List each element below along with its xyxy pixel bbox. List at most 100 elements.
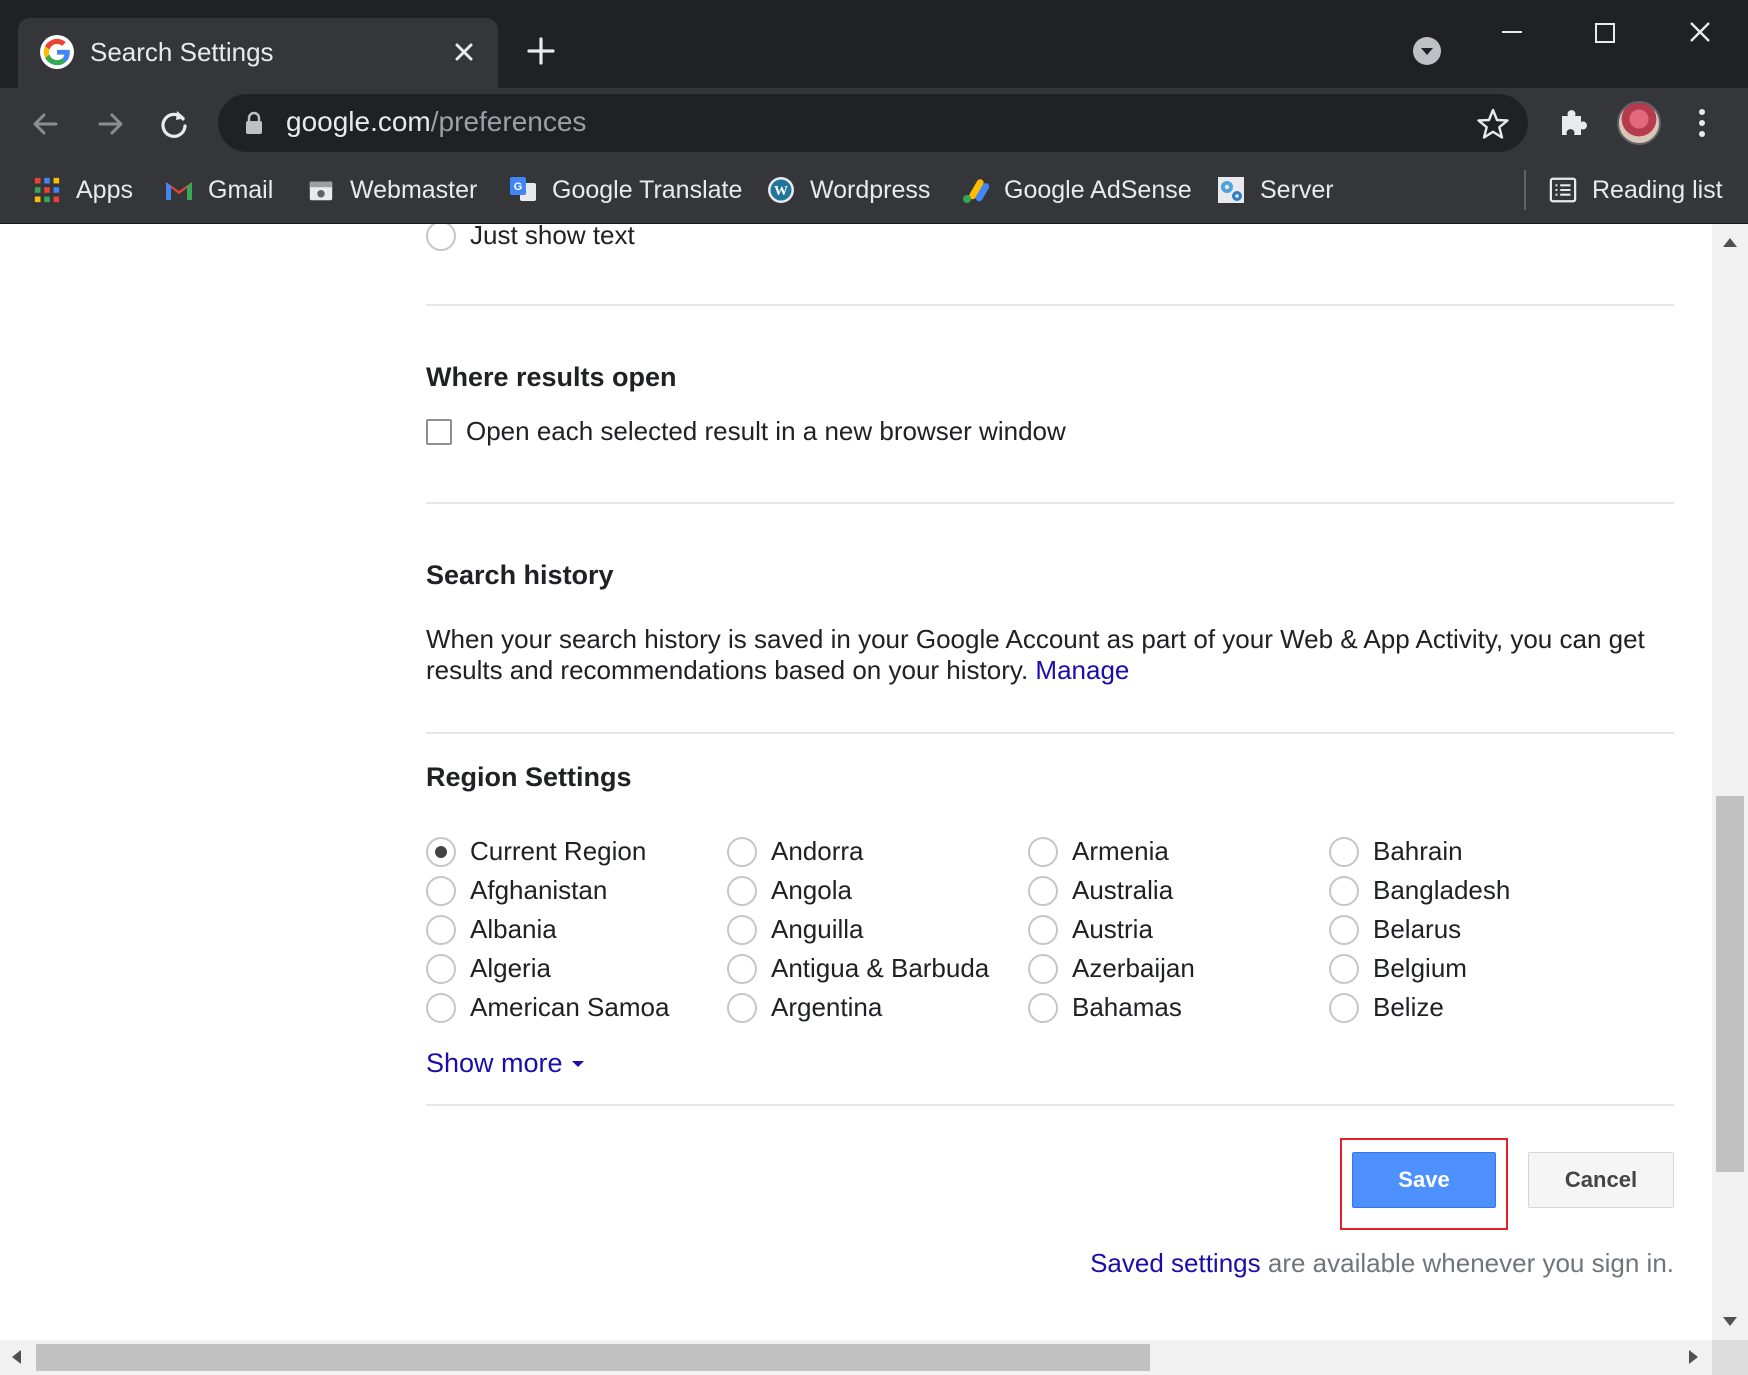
horizontal-scrollbar[interactable] [0, 1340, 1712, 1375]
new-tab-plus-icon[interactable] [524, 34, 558, 68]
scroll-up-arrow-icon[interactable] [1723, 238, 1737, 247]
tab-strip: Search Settings [0, 0, 1748, 88]
region-radio[interactable] [727, 875, 757, 906]
reload-icon[interactable] [156, 106, 192, 142]
forward-arrow-icon[interactable] [92, 106, 128, 142]
manage-link[interactable]: Manage [1035, 655, 1129, 685]
url-host: google.com [286, 106, 431, 137]
bookmark-wordpress[interactable]: W Wordpress [766, 170, 930, 210]
bookmark-webmaster[interactable]: Webmaster [306, 170, 477, 210]
extensions-puzzle-icon[interactable] [1556, 106, 1590, 140]
bookmark-star-icon[interactable] [1476, 107, 1510, 141]
region-option[interactable]: Argentina [727, 988, 1027, 1027]
minimize-icon[interactable] [1492, 16, 1532, 52]
region-radio[interactable] [426, 836, 456, 867]
lock-icon[interactable] [244, 111, 264, 135]
bookmark-label: Webmaster [350, 175, 478, 204]
maximize-icon[interactable] [1584, 16, 1624, 52]
window-close-icon[interactable] [1680, 16, 1720, 52]
horizontal-scroll-thumb[interactable] [36, 1344, 1150, 1371]
save-button[interactable]: Save [1352, 1152, 1496, 1208]
region-radio[interactable] [1329, 992, 1359, 1023]
region-option[interactable]: Azerbaijan [1028, 949, 1328, 988]
bookmark-google-translate[interactable]: G Google Translate [508, 170, 742, 210]
region-radio[interactable] [727, 836, 757, 867]
scroll-right-arrow-icon[interactable] [1689, 1350, 1698, 1364]
scroll-left-arrow-icon[interactable] [12, 1350, 21, 1364]
region-option[interactable]: Australia [1028, 871, 1328, 910]
reading-list-button[interactable]: Reading list [1548, 170, 1723, 210]
where-results-open-heading: Where results open [426, 362, 677, 392]
region-radio[interactable] [1028, 914, 1058, 945]
region-radio[interactable] [1329, 914, 1359, 945]
region-label: Belize [1373, 992, 1444, 1022]
region-option[interactable]: Current Region [426, 832, 726, 871]
region-radio[interactable] [426, 992, 456, 1023]
close-tab-icon[interactable] [448, 36, 480, 68]
saved-settings-link[interactable]: Saved settings [1090, 1248, 1261, 1278]
radio-just-show-text[interactable] [426, 224, 456, 251]
region-option[interactable]: Belarus [1329, 910, 1629, 949]
region-option[interactable]: Belgium [1329, 949, 1629, 988]
back-arrow-icon[interactable] [28, 106, 64, 142]
region-radio[interactable] [1028, 992, 1058, 1023]
scroll-down-arrow-icon[interactable] [1723, 1317, 1737, 1326]
region-option[interactable]: Armenia [1028, 832, 1328, 871]
region-radio[interactable] [727, 992, 757, 1023]
region-radio[interactable] [1329, 875, 1359, 906]
region-option[interactable]: Albania [426, 910, 726, 949]
active-tab[interactable]: Search Settings [18, 18, 498, 88]
option-just-show-text[interactable]: Just show text [426, 224, 635, 251]
cancel-button[interactable]: Cancel [1528, 1152, 1674, 1208]
gmail-icon [164, 175, 194, 205]
address-bar[interactable]: google.com/preferences [218, 94, 1528, 152]
tab-search-icon[interactable] [1412, 36, 1442, 66]
region-option[interactable]: Anguilla [727, 910, 1027, 949]
more-menu-icon[interactable] [1690, 106, 1714, 140]
region-radio[interactable] [426, 914, 456, 945]
region-option[interactable]: American Samoa [426, 988, 726, 1027]
region-option[interactable]: Bangladesh [1329, 871, 1629, 910]
bookmark-label: Apps [76, 175, 133, 204]
profile-avatar[interactable] [1617, 101, 1661, 145]
region-option[interactable]: Angola [727, 871, 1027, 910]
search-history-heading: Search history [426, 560, 614, 590]
region-label: Argentina [771, 992, 883, 1022]
region-label: Anguilla [771, 914, 864, 944]
region-option[interactable]: Bahamas [1028, 988, 1328, 1027]
region-option[interactable]: Andorra [727, 832, 1027, 871]
bookmark-label: Google Translate [552, 175, 743, 204]
region-radio[interactable] [1329, 836, 1359, 867]
bookmark-apps[interactable]: Apps [32, 170, 133, 210]
open-new-window-checkbox[interactable] [426, 418, 452, 445]
region-column: Current Region Afghanistan Albania Algeria A… [426, 832, 726, 1027]
region-option[interactable]: Bahrain [1329, 832, 1629, 871]
bookmarks-bar: Apps Gmail Webmaster G Google Translate … [0, 158, 1748, 224]
region-radio[interactable] [1028, 836, 1058, 867]
region-radio[interactable] [727, 953, 757, 984]
bookmark-gmail[interactable]: Gmail [164, 170, 273, 210]
region-option[interactable]: Antigua & Barbuda [727, 949, 1027, 988]
show-more-link[interactable]: Show more [426, 1048, 585, 1079]
bookmark-server[interactable]: Server [1216, 170, 1334, 210]
bookmark-label: Wordpress [810, 175, 931, 204]
region-radio[interactable] [727, 914, 757, 945]
region-radio[interactable] [426, 875, 456, 906]
region-column: Andorra Angola Anguilla Antigua & Barbuda Ar… [727, 832, 1027, 1027]
bookmark-google-adsense[interactable]: Google AdSense [960, 170, 1192, 210]
region-option[interactable]: Austria [1028, 910, 1328, 949]
open-new-window-option[interactable]: Open each selected result in a new brows… [426, 416, 1066, 447]
page-viewport: Just show text Where results open Open e… [0, 224, 1712, 1340]
url-text[interactable]: google.com/preferences [286, 106, 586, 138]
region-option[interactable]: Algeria [426, 949, 726, 988]
region-radio[interactable] [1028, 953, 1058, 984]
region-option[interactable]: Belize [1329, 988, 1629, 1027]
region-radio[interactable] [426, 953, 456, 984]
navigation-toolbar: google.com/preferences [0, 88, 1748, 158]
vertical-scroll-thumb[interactable] [1716, 796, 1744, 1172]
region-option[interactable]: Afghanistan [426, 871, 726, 910]
vertical-scrollbar[interactable] [1712, 224, 1748, 1340]
region-radio[interactable] [1028, 875, 1058, 906]
region-radio[interactable] [1329, 953, 1359, 984]
region-label: Bangladesh [1373, 875, 1511, 905]
